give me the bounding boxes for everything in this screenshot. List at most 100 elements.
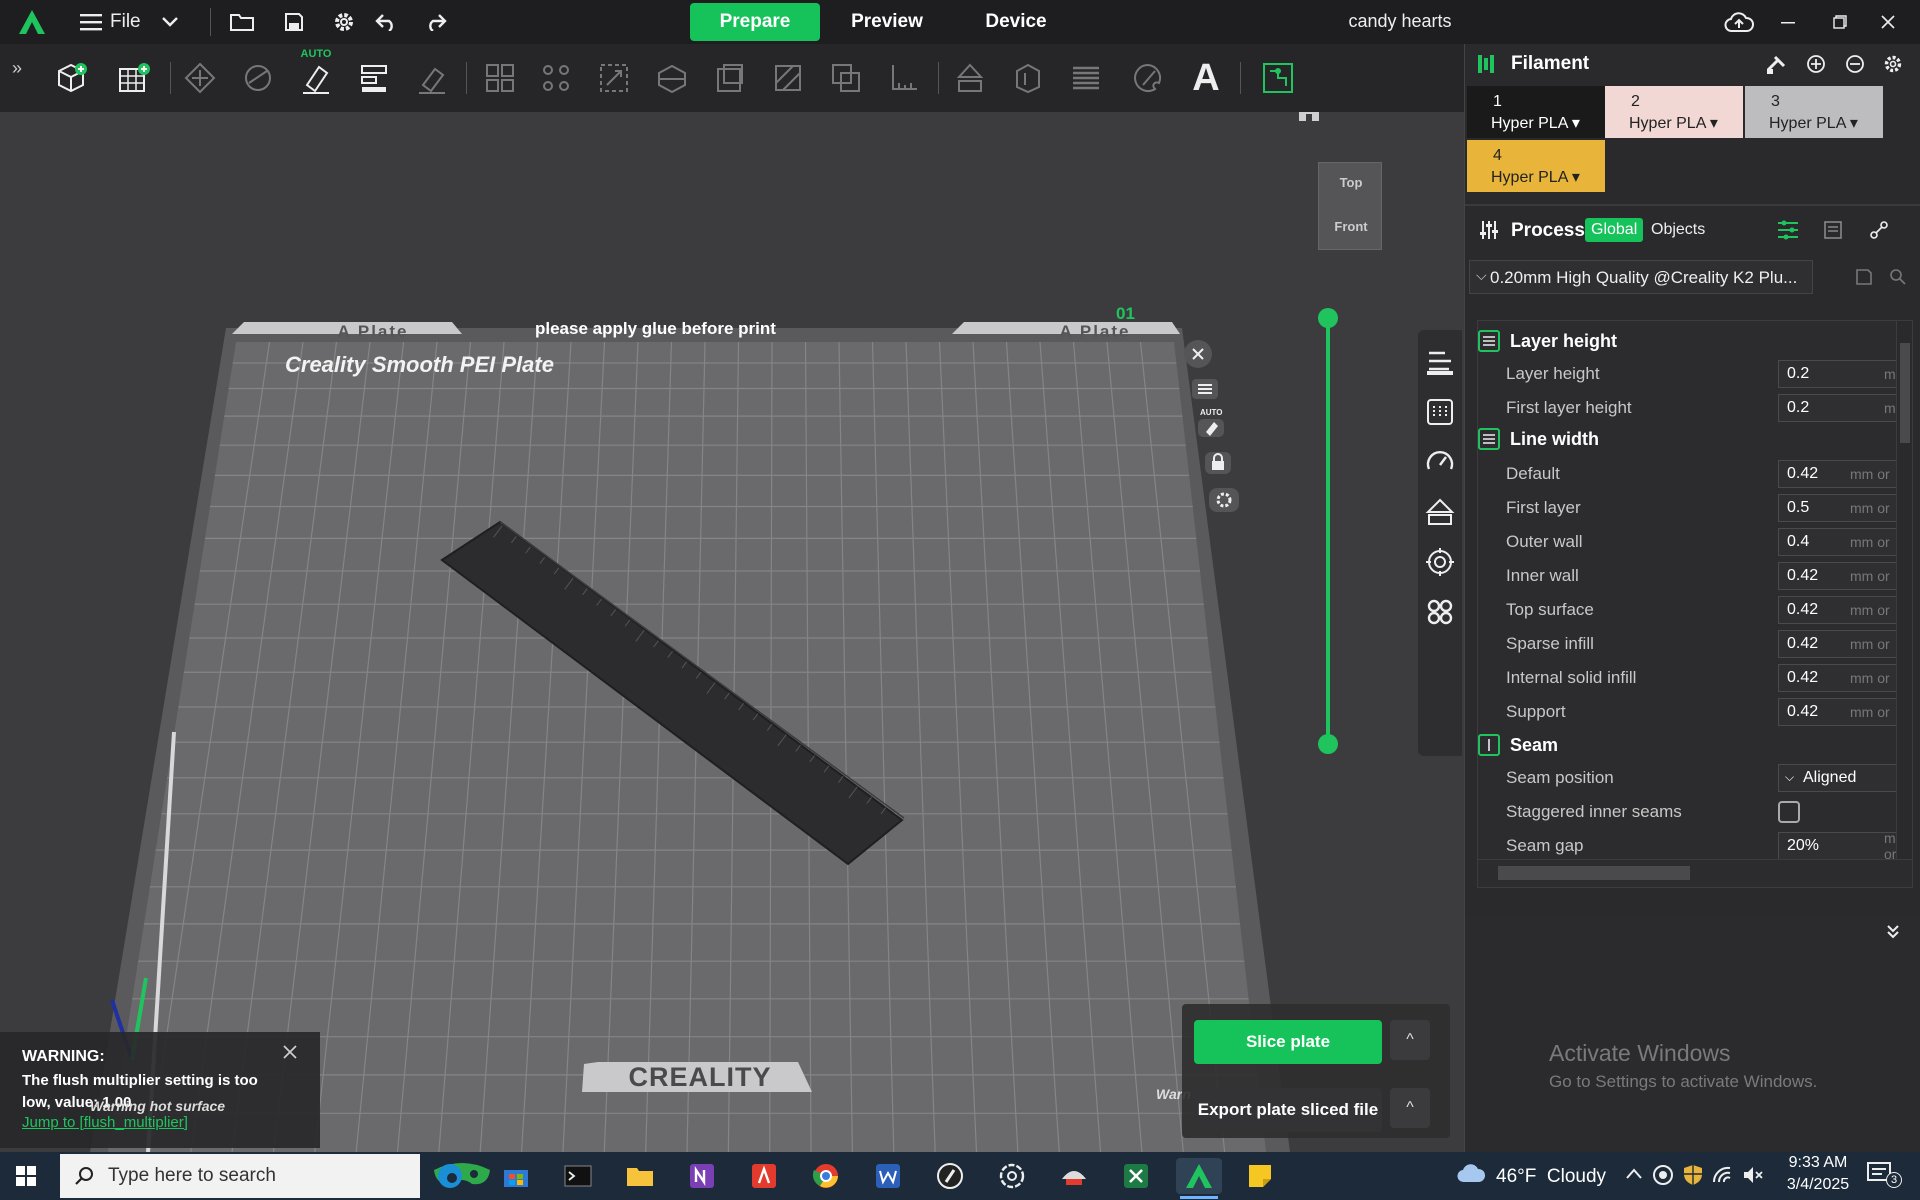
- filament-slot-2[interactable]: 2 Hyper PLA ▾: [1605, 86, 1743, 138]
- filament-sync-icon[interactable]: [1765, 54, 1787, 76]
- slice-options-button[interactable]: ^: [1390, 1020, 1430, 1060]
- windows-start-icon[interactable]: [6, 1158, 46, 1194]
- brush-icon[interactable]: [408, 54, 456, 102]
- restore-icon[interactable]: [1826, 8, 1854, 36]
- add-plate-icon[interactable]: [110, 54, 158, 102]
- layer-slider-bottom-handle[interactable]: [1318, 734, 1338, 754]
- view-cube-front[interactable]: Front: [1319, 219, 1383, 234]
- vpn-tray-icon[interactable]: [1652, 1164, 1674, 1186]
- color-paint-icon[interactable]: [1124, 54, 1172, 102]
- tab-preview[interactable]: Preview: [836, 3, 938, 41]
- text-tool-icon[interactable]: A: [1182, 54, 1230, 102]
- split-objects-icon[interactable]: [476, 54, 524, 102]
- process-edit-icon[interactable]: [1869, 220, 1889, 240]
- seam-paint-icon[interactable]: [946, 54, 994, 102]
- 3d-viewport[interactable]: A Plate A Plate please apply glue before…: [0, 112, 1464, 1152]
- cut-icon[interactable]: [648, 54, 696, 102]
- store-icon[interactable]: [496, 1158, 536, 1194]
- plate-settings-icon[interactable]: [1208, 486, 1240, 514]
- close-plate-icon[interactable]: [1184, 340, 1212, 368]
- sticky-notes-icon[interactable]: [1240, 1158, 1280, 1194]
- export-sliced-file-button[interactable]: Export plate sliced file: [1194, 1088, 1382, 1132]
- group-layer-height[interactable]: Layer height: [1478, 325, 1617, 357]
- wifi-icon[interactable]: [1712, 1164, 1734, 1186]
- warning-jump-link[interactable]: Jump to [flush_multiplier]: [22, 1114, 188, 1131]
- filament-slot-3[interactable]: 3 Hyper PLA ▾: [1745, 86, 1883, 138]
- object-list-icon[interactable]: [1422, 344, 1458, 380]
- seam-position-select[interactable]: ⌵ Aligned: [1778, 764, 1898, 792]
- taskbar-search-box[interactable]: Type here to search: [60, 1154, 420, 1198]
- adobe-icon[interactable]: [744, 1158, 784, 1194]
- group-line-width[interactable]: Line width: [1478, 423, 1599, 455]
- vertical-scroll-thumb[interactable]: [1900, 343, 1910, 443]
- word-icon[interactable]: [868, 1158, 908, 1194]
- undo-icon[interactable]: [372, 8, 400, 36]
- close-window-icon[interactable]: [1874, 8, 1902, 36]
- notification-center-icon[interactable]: 3: [1866, 1160, 1902, 1192]
- expand-sidebar-icon[interactable]: »: [12, 58, 22, 79]
- view-cube[interactable]: Top Front: [1318, 162, 1382, 250]
- plate-auto-arrange-icon[interactable]: AUTO: [1194, 408, 1228, 440]
- search-settings-icon[interactable]: [1889, 268, 1907, 286]
- redo-icon[interactable]: [422, 8, 450, 36]
- open-folder-icon[interactable]: [228, 8, 256, 36]
- lay-on-face-icon[interactable]: [234, 54, 282, 102]
- home-view-icon[interactable]: [1296, 112, 1322, 124]
- staggered-seams-checkbox[interactable]: [1778, 801, 1800, 823]
- slicer-app-icon[interactable]: [930, 1158, 970, 1194]
- plate-list-icon[interactable]: [1190, 376, 1220, 402]
- support-paint-icon[interactable]: [764, 54, 812, 102]
- file-explorer-icon[interactable]: [620, 1158, 660, 1194]
- filament-slot-1[interactable]: 1 Hyper PLA ▾: [1467, 86, 1605, 138]
- strength-icon[interactable]: [1422, 494, 1458, 530]
- chevron-up-icon[interactable]: [1624, 1164, 1644, 1184]
- fuzzy-skin-icon[interactable]: [1004, 54, 1052, 102]
- layer-range-slider[interactable]: [1326, 318, 1330, 746]
- support-icon[interactable]: [1422, 394, 1458, 430]
- tab-prepare[interactable]: Prepare: [690, 3, 820, 41]
- volume-muted-icon[interactable]: [1742, 1164, 1764, 1186]
- view-cube-top[interactable]: Top: [1319, 175, 1383, 190]
- arrange-icon[interactable]: [350, 54, 398, 102]
- param-value-input[interactable]: 0.2: [1778, 394, 1898, 422]
- save-icon[interactable]: [280, 8, 308, 36]
- plate-lock-icon[interactable]: [1204, 450, 1232, 476]
- auto-orient-icon[interactable]: AUTO: [292, 48, 340, 102]
- param-value-input[interactable]: 0.2: [1778, 360, 1898, 388]
- clock-time[interactable]: 9:33 AM: [1768, 1154, 1868, 1172]
- close-warning-icon[interactable]: [282, 1044, 298, 1060]
- boolean-icon[interactable]: [822, 54, 870, 102]
- split-parts-icon[interactable]: [532, 54, 580, 102]
- weather-label[interactable]: 46°F Cloudy: [1496, 1166, 1606, 1188]
- file-menu[interactable]: File: [80, 8, 141, 36]
- add-filament-icon[interactable]: [1806, 54, 1826, 74]
- remove-filament-icon[interactable]: [1845, 54, 1865, 74]
- export-options-button[interactable]: ^: [1390, 1088, 1430, 1128]
- vertical-scrollbar[interactable]: [1896, 321, 1912, 861]
- scale-icon[interactable]: [590, 54, 638, 102]
- chatgpt-icon[interactable]: [992, 1158, 1032, 1194]
- speed-gauge-icon[interactable]: [1422, 444, 1458, 480]
- weather-cloud-icon[interactable]: [1456, 1162, 1486, 1190]
- param-value-input[interactable]: 20%: [1778, 832, 1898, 860]
- chevron-double-down-icon[interactable]: [1885, 922, 1903, 940]
- assembly-view-icon[interactable]: [1254, 54, 1302, 102]
- advanced-toggle-icon[interactable]: [1777, 220, 1799, 240]
- terminal-icon[interactable]: [558, 1158, 598, 1194]
- excel-icon[interactable]: [1116, 1158, 1156, 1194]
- measure-icon[interactable]: [880, 54, 928, 102]
- process-preset-select[interactable]: ⌵ 0.20mm High Quality @Creality K2 Plu..…: [1469, 260, 1813, 294]
- target-icon[interactable]: [1422, 544, 1458, 580]
- cloud-upload-icon[interactable]: [1722, 8, 1756, 36]
- horizontal-scrollbar[interactable]: [1478, 859, 1912, 887]
- creality-print-icon[interactable]: [1054, 1158, 1094, 1194]
- filament-settings-icon[interactable]: [1883, 54, 1903, 74]
- tab-device[interactable]: Device: [968, 3, 1064, 41]
- save-preset-icon[interactable]: [1855, 268, 1873, 286]
- clock-date[interactable]: 3/4/2025: [1768, 1176, 1868, 1194]
- tab-global[interactable]: Global: [1585, 218, 1644, 242]
- compare-presets-icon[interactable]: [1823, 220, 1843, 240]
- hollow-icon[interactable]: [706, 54, 754, 102]
- slice-plate-button[interactable]: Slice plate: [1194, 1020, 1382, 1064]
- minimize-icon[interactable]: [1774, 8, 1802, 36]
